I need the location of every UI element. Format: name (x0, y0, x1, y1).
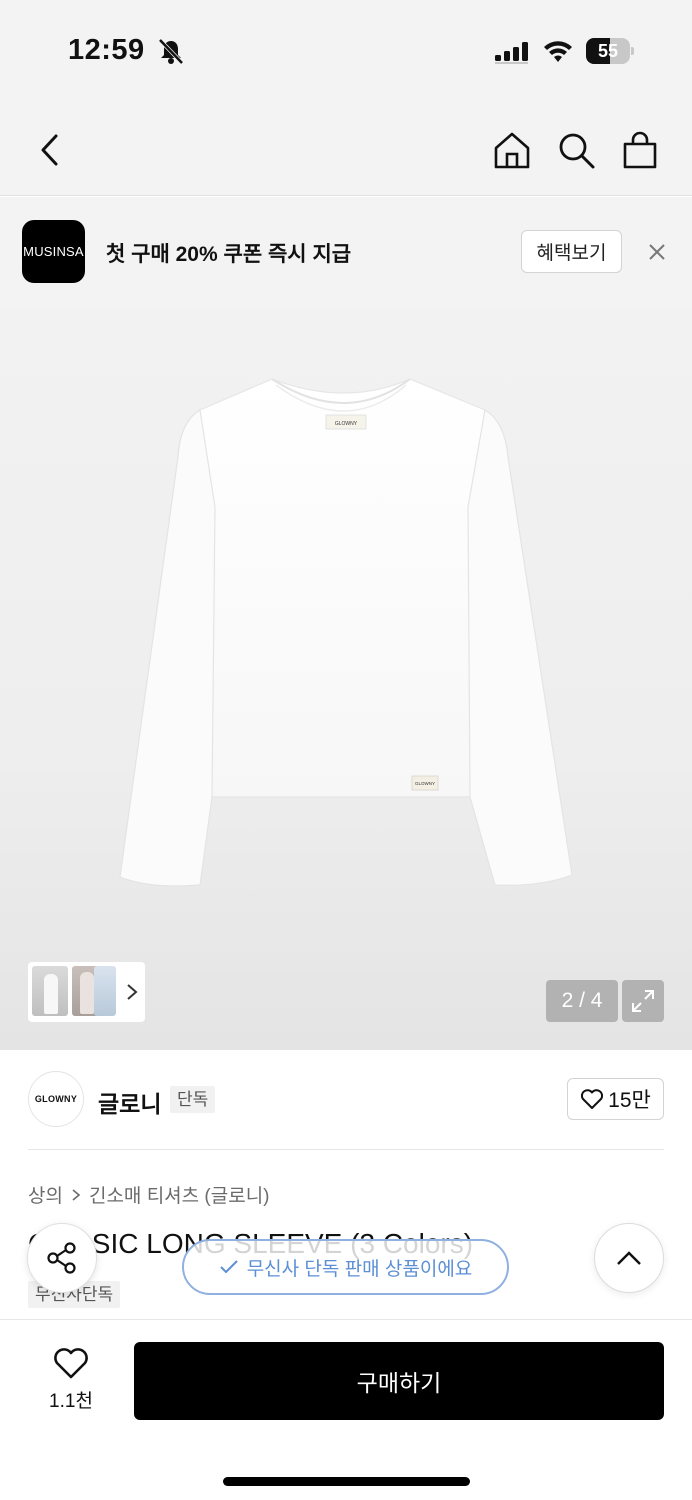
heart-icon (581, 1089, 604, 1109)
buy-button[interactable]: 구매하기 (134, 1342, 664, 1420)
brand-row: GLOWNY 글로니 단독 15만 (0, 1050, 692, 1150)
home-icon (494, 132, 530, 169)
musinsa-logo: MUSINSA (22, 220, 85, 283)
brand-name[interactable]: 글로니 (98, 1085, 161, 1119)
divider (28, 1149, 664, 1150)
status-time: 12:59 (68, 34, 145, 66)
battery-level: 55 (597, 41, 619, 61)
gallery-thumbnails[interactable] (28, 962, 145, 1022)
thumbnail-3[interactable] (94, 966, 116, 1016)
bell-slash-icon (158, 38, 184, 65)
wishlist-button[interactable]: 1.1천 (40, 1346, 102, 1416)
brand-exclusive-badge: 단독 (170, 1086, 216, 1113)
chevron-left-icon (41, 134, 58, 166)
hem-label-text: GLOWNY (415, 781, 435, 786)
breadcrumb-subcategory[interactable]: 긴소매 티셔츠 (글로니) (89, 1181, 270, 1208)
share-button[interactable] (27, 1223, 97, 1293)
expand-image-button[interactable] (622, 980, 664, 1022)
brand-like-button[interactable]: 15만 (567, 1078, 664, 1120)
search-button[interactable] (554, 128, 598, 172)
wifi-icon (544, 41, 572, 62)
view-benefits-button[interactable]: 혜택보기 (521, 230, 622, 273)
breadcrumb-category[interactable]: 상의 (28, 1181, 63, 1208)
exclusive-toast: 무신사 단독 판매 상품이에요 (182, 1239, 509, 1295)
promo-close-button[interactable] (642, 237, 672, 267)
top-navigation (0, 100, 692, 196)
wishlist-count: 1.1천 (49, 1391, 93, 1412)
thumbnails-next[interactable] (122, 980, 142, 1004)
product-image: GLOWNY GLOWNY (119, 378, 573, 887)
heart-icon (54, 1348, 88, 1379)
home-button[interactable] (490, 128, 534, 172)
gallery-pager: 2 / 4 (546, 980, 618, 1022)
status-bar: 12:59 55 (0, 0, 692, 100)
brand-logo[interactable]: GLOWNY (28, 1071, 84, 1127)
close-icon (649, 244, 665, 260)
promo-banner: MUSINSA 첫 구매 20% 쿠폰 즉시 지급 혜택보기 (0, 197, 692, 307)
toast-text: 무신사 단독 판매 상품이에요 (246, 1258, 473, 1280)
promo-text: 첫 구매 20% 쿠폰 즉시 지급 (106, 243, 352, 266)
product-image-gallery[interactable]: GLOWNY GLOWNY 2 / 4 (0, 307, 692, 1050)
chevron-right-icon (72, 1188, 81, 1201)
shopping-bag-icon (623, 131, 657, 169)
battery-icon: 55 (586, 38, 634, 64)
thumbnail-1[interactable] (32, 966, 68, 1016)
brand-like-count: 15만 (608, 1089, 651, 1112)
back-button[interactable] (28, 128, 72, 172)
expand-icon (632, 990, 654, 1012)
breadcrumb: 상의 긴소매 티셔츠 (글로니) (28, 1181, 270, 1208)
chevron-right-icon (127, 984, 138, 1000)
chevron-up-icon (617, 1251, 641, 1265)
cellular-signal-icon (495, 42, 528, 64)
home-indicator (223, 1477, 470, 1486)
bottom-action-bar: 1.1천 구매하기 (0, 1319, 692, 1500)
share-icon (47, 1242, 76, 1274)
search-icon (559, 133, 595, 169)
cart-button[interactable] (618, 128, 662, 172)
neck-label-text: GLOWNY (335, 421, 358, 427)
scroll-to-top-button[interactable] (594, 1223, 664, 1293)
check-icon (219, 1260, 238, 1274)
